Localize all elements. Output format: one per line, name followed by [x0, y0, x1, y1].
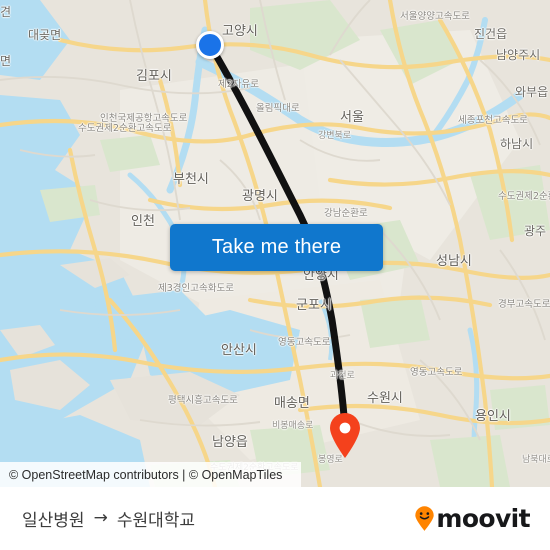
moovit-logo[interactable]: moovit [414, 504, 531, 533]
map-attribution: © OpenStreetMap contributors | © OpenMap… [0, 462, 301, 487]
destination-pin-icon [330, 413, 360, 458]
route-summary: 일산병원 → 수원대학교 [22, 506, 196, 532]
route-map[interactable]: 대곶면 면 견 고양시 김포시 서울 진건읍 남양주시 와부읍 하남시 부천시 광명시 인천 성남시 광주 군… [0, 0, 550, 487]
route-origin-label: 일산병원 [22, 511, 85, 531]
origin-marker[interactable] [196, 31, 224, 59]
route-destination-label: 수원대학교 [116, 511, 196, 531]
moovit-pin-icon [414, 506, 435, 531]
footer-bar: 일산병원 → 수원대학교 moovit [0, 487, 550, 550]
moovit-route-screenshot: 대곶면 면 견 고양시 김포시 서울 진건읍 남양주시 와부읍 하남시 부천시 광명시 인천 성남시 광주 군… [0, 0, 550, 550]
take-me-there-button[interactable]: Take me there [170, 224, 383, 271]
moovit-wordmark: moovit [436, 504, 530, 533]
arrow-right-icon: → [93, 508, 108, 528]
destination-marker[interactable] [328, 412, 362, 458]
attribution-text: © OpenStreetMap contributors | © OpenMap… [9, 467, 283, 482]
